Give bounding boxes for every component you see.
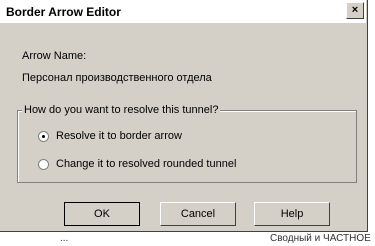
radio-button-checked[interactable] xyxy=(38,130,49,142)
arrow-name-label: Arrow Name: xyxy=(22,50,87,62)
background-text-right: Сводный и ЧАСТНОЕ xyxy=(270,233,371,244)
radio-button[interactable] xyxy=(38,158,49,170)
radio-label: Resolve it to border arrow xyxy=(56,130,182,142)
close-button[interactable]: × xyxy=(346,2,364,19)
title-bar[interactable]: Border Arrow Editor × xyxy=(0,0,366,23)
ok-button[interactable]: OK xyxy=(64,202,140,226)
close-icon: × xyxy=(351,4,359,16)
arrow-name-value: Персонал производственного отдела xyxy=(22,72,212,84)
cancel-button[interactable]: Cancel xyxy=(160,202,236,226)
radio-option-rounded-tunnel[interactable]: Change it to resolved rounded tunnel xyxy=(38,158,236,170)
radio-label: Change it to resolved rounded tunnel xyxy=(56,158,237,170)
tunnel-resolution-group xyxy=(17,110,357,183)
tunnel-resolution-legend: How do you want to resolve this tunnel? xyxy=(22,104,221,116)
help-button[interactable]: Help xyxy=(254,202,330,226)
border-arrow-editor-dialog: Border Arrow Editor × Arrow Name: Персон… xyxy=(0,0,368,232)
background-text-left: ... xyxy=(60,233,69,244)
background-window-strip: ... Сводный и ЧАСТНОЕ xyxy=(0,232,375,246)
window-title: Border Arrow Editor xyxy=(6,4,121,19)
radio-option-border-arrow[interactable]: Resolve it to border arrow xyxy=(38,130,182,142)
